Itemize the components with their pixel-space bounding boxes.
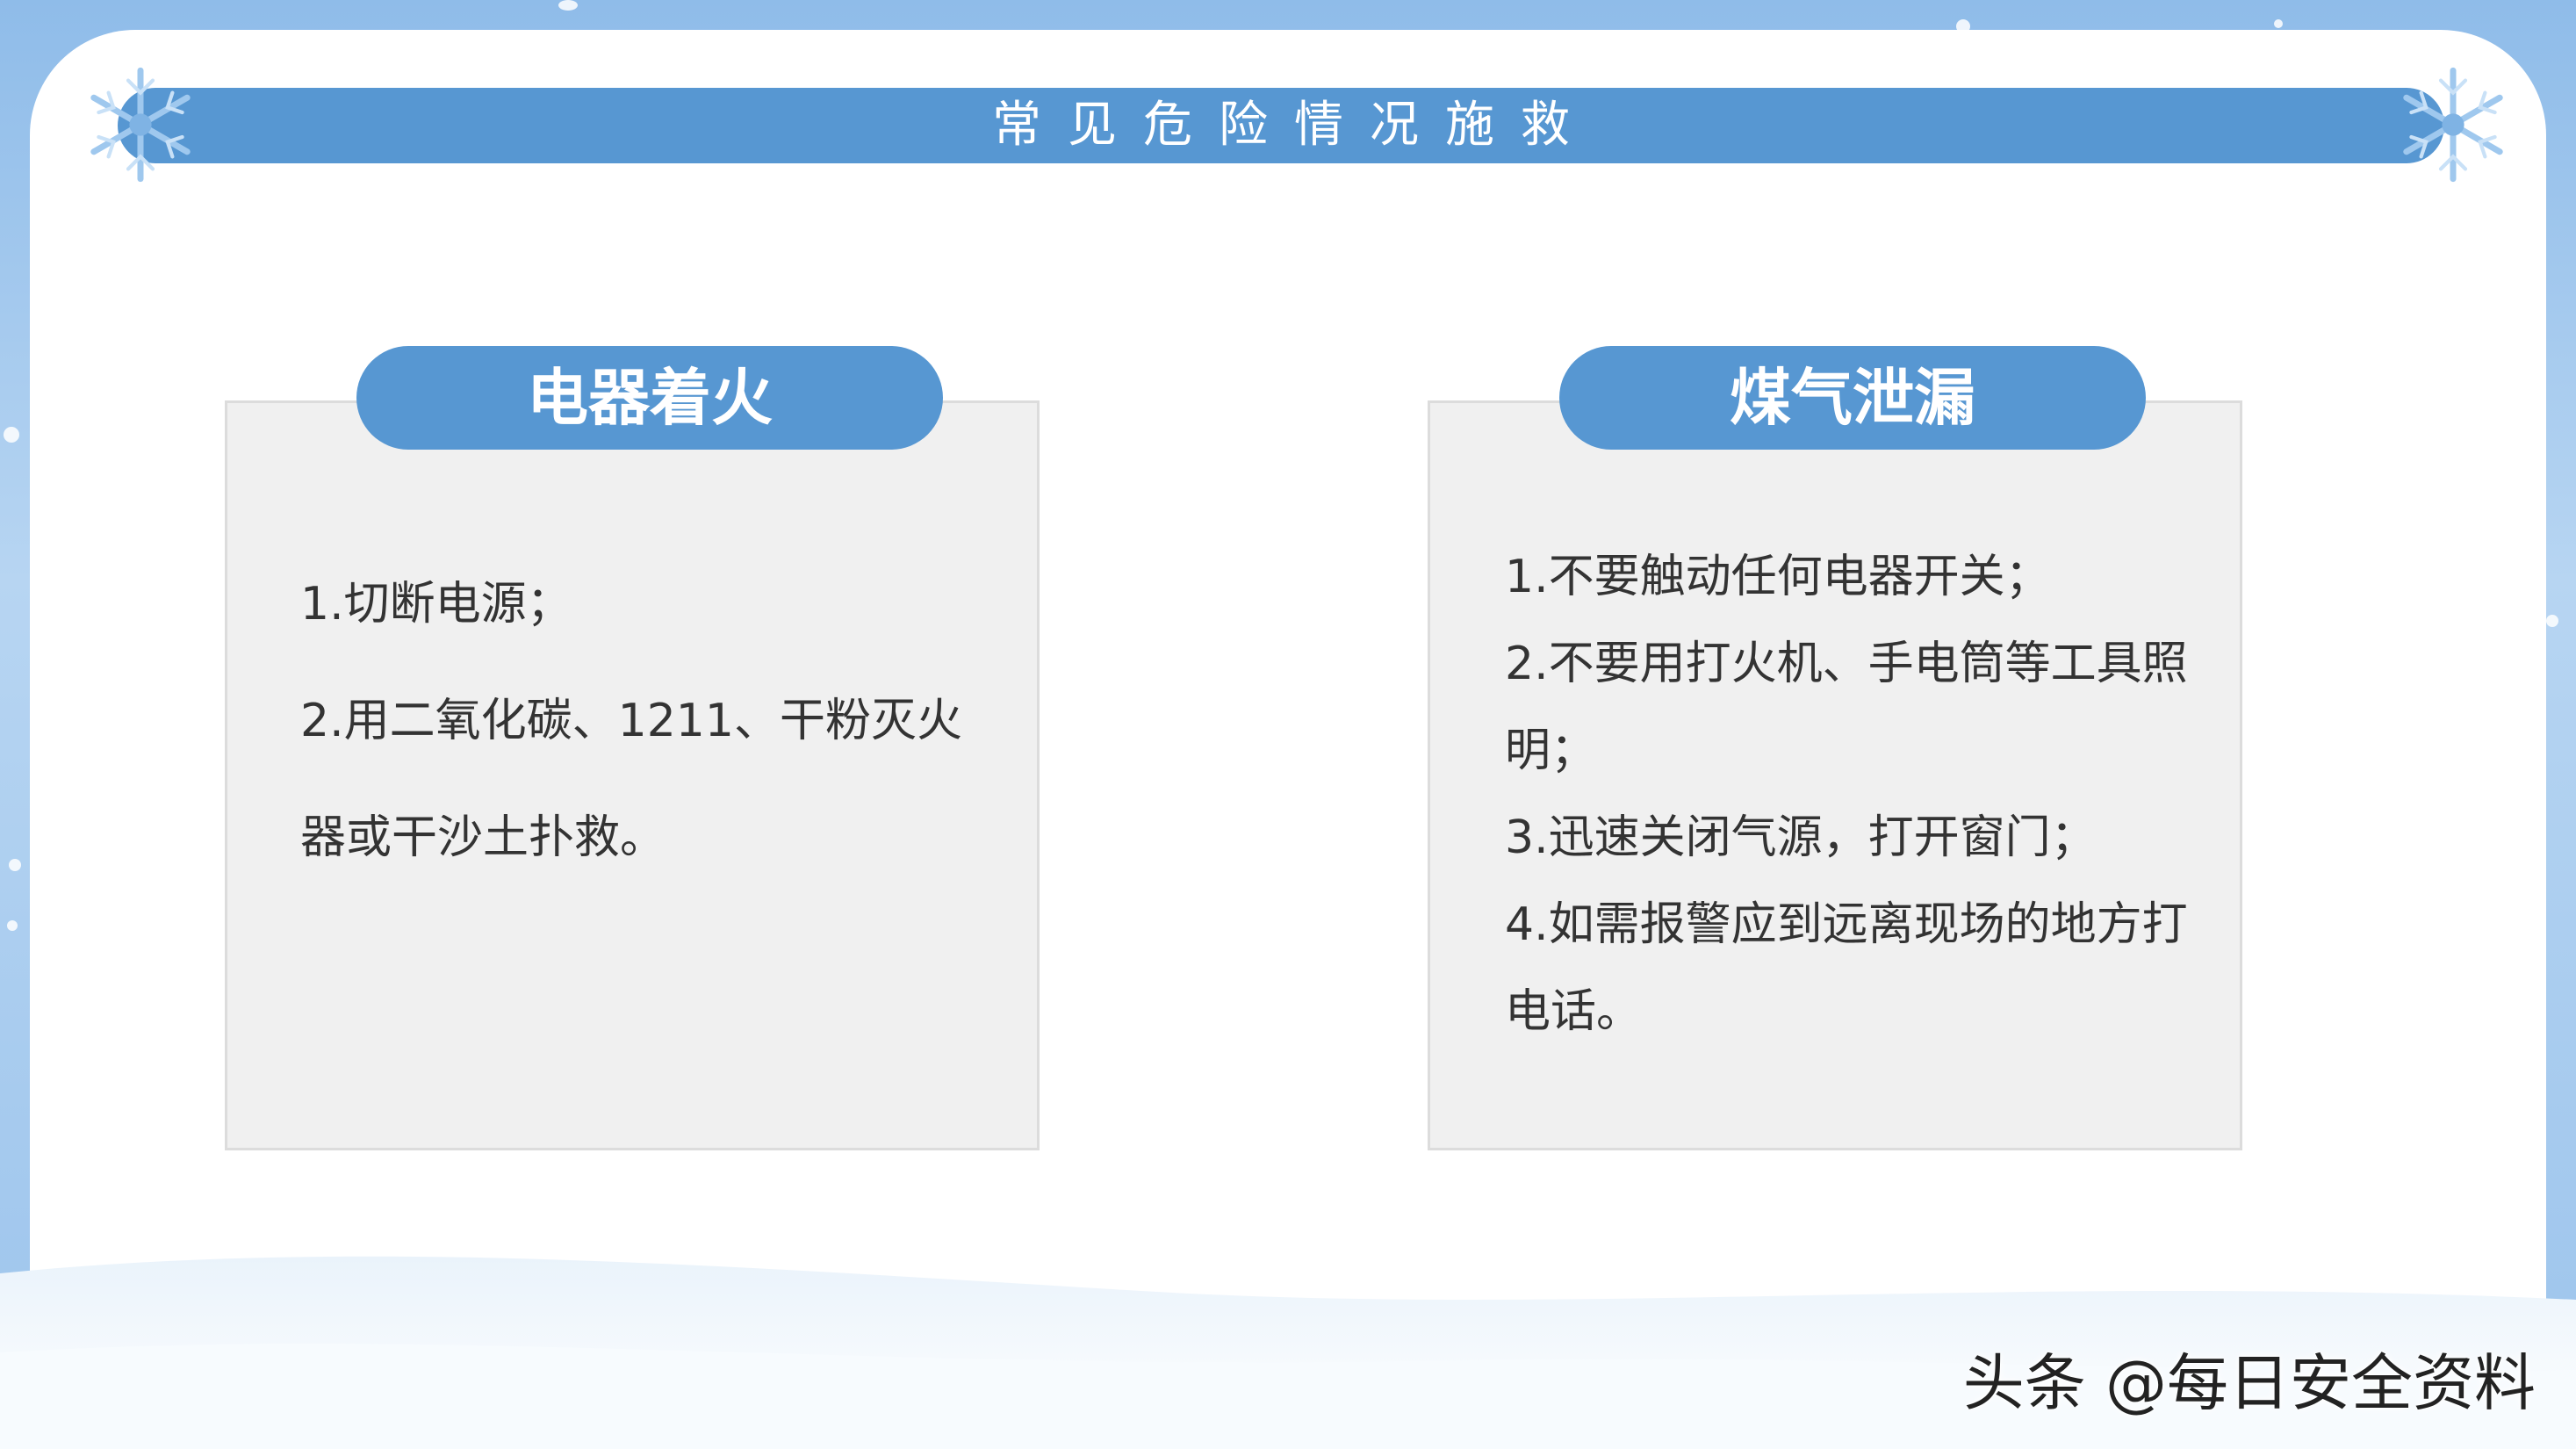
card-text-line: 2.不要用打火机、手电筒等工具照明； bbox=[1505, 638, 2188, 777]
card-body-gas-leak: 1.不要触动任何电器开关； 2.不要用打火机、手电筒等工具照明； 3.迅速关闭气… bbox=[1505, 534, 2225, 1056]
watermark: 头条 @每日安全资料 bbox=[1962, 1347, 2536, 1419]
card-text-line: 1.不要触动任何电器开关； bbox=[1505, 551, 2051, 603]
background-snow-dot bbox=[2546, 615, 2558, 627]
title-bar: 常见危险情况施救 bbox=[118, 88, 2444, 163]
card-header-gas-leak: 煤气泄漏 bbox=[1559, 346, 2146, 450]
snowflake-icon bbox=[90, 67, 191, 183]
card-text-line: 4.如需报警应到远离现场的地方打电话。 bbox=[1505, 898, 2188, 1038]
background-snow-dot bbox=[4, 427, 19, 443]
card-title: 煤气泄漏 bbox=[1730, 362, 1975, 434]
card-text-line: 1.切断电源； bbox=[300, 578, 572, 631]
background-snow-dot bbox=[7, 920, 18, 931]
background-snow-dot bbox=[558, 0, 578, 11]
card-text-line: 3.迅速关闭气源，打开窗门； bbox=[1505, 811, 2097, 864]
background-snow-dot bbox=[9, 859, 21, 871]
card-body-electrical-fire: 1.切断电源； 2.用二氧化碳、1211、干粉灭火器或干沙土扑救。 bbox=[300, 546, 1003, 897]
card-header-electrical-fire: 电器着火 bbox=[356, 346, 943, 450]
snowflake-icon bbox=[2403, 67, 2503, 183]
card-title: 电器着火 bbox=[527, 362, 773, 434]
page-title: 常见危险情况施救 bbox=[992, 97, 1596, 154]
card-text-line: 2.用二氧化碳、1211、干粉灭火器或干沙土扑救。 bbox=[300, 695, 962, 864]
background-snow-dot bbox=[2274, 19, 2283, 28]
